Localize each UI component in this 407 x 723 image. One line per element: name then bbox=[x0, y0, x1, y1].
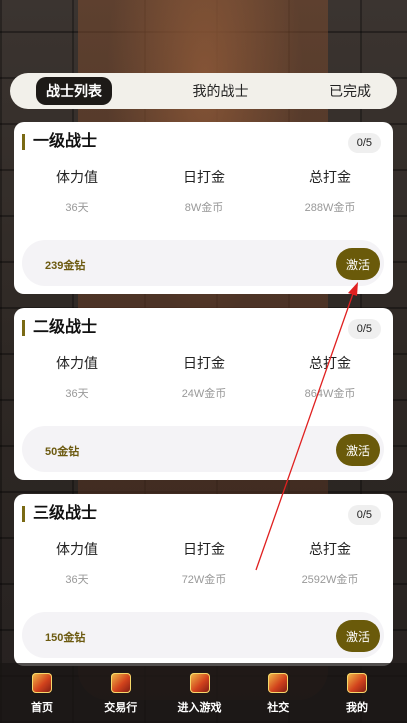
game-icon bbox=[110, 673, 131, 693]
nav-enter-game[interactable]: 进入游戏 bbox=[170, 663, 230, 723]
game-icon bbox=[189, 673, 210, 693]
tab-warrior-list[interactable]: 战士列表 bbox=[36, 77, 112, 105]
card-title: 三级战士 bbox=[22, 506, 97, 522]
card-title: 二级战士 bbox=[22, 320, 97, 336]
nav-mine[interactable]: 我的 bbox=[327, 663, 387, 723]
count-badge: 0/5 bbox=[347, 505, 381, 525]
activate-button[interactable]: 激活 bbox=[336, 620, 380, 652]
purchase-bar: 50金钻 激活 bbox=[22, 426, 384, 472]
count-badge: 0/5 bbox=[347, 133, 381, 153]
price-text: 239金钻 bbox=[45, 260, 86, 272]
nav-label: 社交 bbox=[267, 702, 290, 714]
total-gold-label: 总打金 bbox=[309, 355, 351, 371]
nav-market[interactable]: 交易行 bbox=[91, 663, 151, 723]
tab-bar: 战士列表 我的战士 已完成 bbox=[10, 73, 397, 109]
purchase-bar: 150金钻 激活 bbox=[22, 612, 384, 658]
stamina-label: 体力值 bbox=[56, 355, 98, 371]
purchase-bar: 239金钻 激活 bbox=[22, 240, 384, 286]
total-gold-label: 总打金 bbox=[309, 541, 351, 557]
tab-my-warriors[interactable]: 我的战士 bbox=[193, 81, 249, 101]
total-gold-value: 864W金币 bbox=[304, 388, 356, 400]
count-badge: 0/5 bbox=[347, 319, 381, 339]
daily-gold-label: 日打金 bbox=[183, 355, 225, 371]
daily-gold-label: 日打金 bbox=[183, 169, 225, 185]
total-gold-value: 2592W金币 bbox=[301, 574, 359, 586]
daily-gold-value: 24W金币 bbox=[181, 388, 227, 400]
daily-gold-label: 日打金 bbox=[183, 541, 225, 557]
stamina-value: 36天 bbox=[65, 574, 89, 586]
card-title: 一级战士 bbox=[22, 134, 97, 150]
nav-label: 首页 bbox=[31, 702, 53, 714]
game-icon bbox=[268, 673, 289, 693]
nav-label: 进入游戏 bbox=[177, 702, 222, 714]
stamina-label: 体力值 bbox=[56, 541, 98, 557]
activate-button[interactable]: 激活 bbox=[336, 248, 380, 280]
price-text: 150金钻 bbox=[45, 632, 86, 644]
price-text: 50金钻 bbox=[45, 446, 80, 458]
total-gold-label: 总打金 bbox=[309, 169, 351, 185]
stamina-value: 36天 bbox=[65, 388, 89, 400]
total-gold-value: 288W金币 bbox=[304, 202, 356, 214]
game-icon bbox=[32, 673, 52, 693]
daily-gold-value: 72W金币 bbox=[181, 574, 227, 586]
stamina-value: 36天 bbox=[65, 202, 89, 214]
nav-home[interactable]: 首页 bbox=[12, 663, 72, 723]
stamina-label: 体力值 bbox=[56, 169, 98, 185]
daily-gold-value: 8W金币 bbox=[184, 202, 224, 214]
nav-label: 交易行 bbox=[104, 702, 138, 714]
activate-button[interactable]: 激活 bbox=[336, 434, 380, 466]
game-icon bbox=[347, 673, 367, 693]
warrior-card-level-1: 一级战士 0/5 体力值 日打金 总打金 36天 8W金币 288W金币 239… bbox=[14, 122, 393, 294]
warrior-card-level-3: 三级战士 0/5 体力值 日打金 总打金 36天 72W金币 2592W金币 1… bbox=[14, 494, 393, 666]
nav-social[interactable]: 社交 bbox=[248, 663, 308, 723]
warrior-card-level-2: 二级战士 0/5 体力值 日打金 总打金 36天 24W金币 864W金币 50… bbox=[14, 308, 393, 480]
nav-label: 我的 bbox=[346, 702, 368, 714]
tab-completed[interactable]: 已完成 bbox=[329, 81, 371, 101]
bottom-nav: 首页 交易行 进入游戏 社交 我的 bbox=[0, 663, 407, 723]
